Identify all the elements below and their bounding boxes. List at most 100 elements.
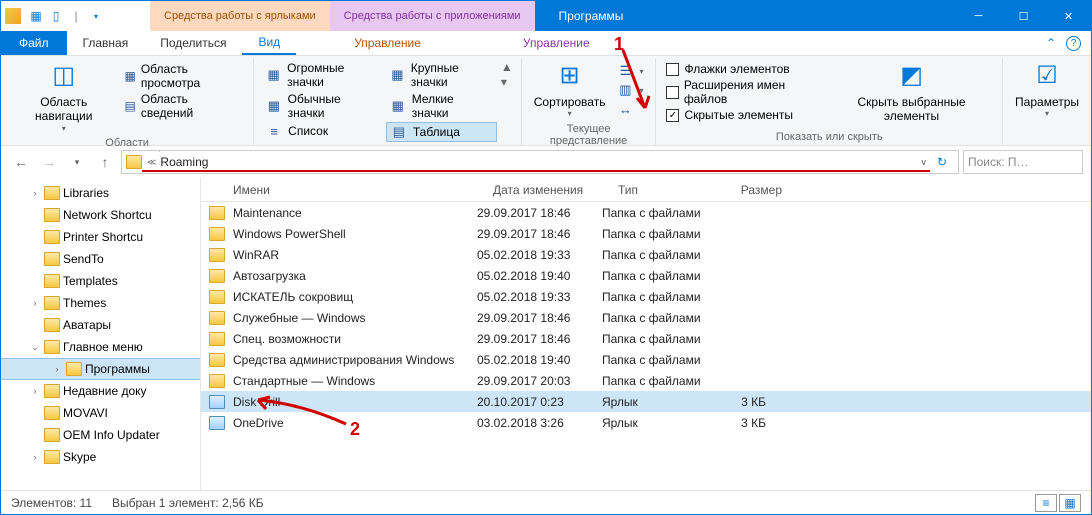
col-name[interactable]: Имени bbox=[225, 183, 485, 197]
qat-properties-icon[interactable]: ▦ bbox=[28, 9, 44, 23]
view-thumbnails-button[interactable]: ▦ bbox=[1059, 494, 1081, 512]
chevron-right-icon[interactable]: › bbox=[157, 150, 162, 154]
qat-dropdown-icon[interactable]: ▾ bbox=[88, 12, 104, 21]
view-details-button[interactable]: ≡ bbox=[1035, 494, 1057, 512]
nav-pane-button[interactable]: ◫ Область навигации ▾ bbox=[7, 58, 121, 135]
folder-icon bbox=[209, 248, 225, 262]
preview-pane-toggle[interactable]: ▦Область просмотра bbox=[125, 62, 244, 90]
tab-file[interactable]: Файл bbox=[1, 31, 67, 55]
expand-icon[interactable]: › bbox=[29, 298, 41, 308]
file-row[interactable]: OneDrive03.02.2018 3:26Ярлык3 КБ bbox=[201, 412, 1091, 433]
chevron-icon[interactable]: ≪ bbox=[146, 157, 157, 168]
tree-item[interactable]: ›Themes bbox=[1, 292, 200, 314]
nav-forward-button[interactable]: → bbox=[37, 150, 61, 174]
tab-view[interactable]: Вид bbox=[242, 31, 296, 55]
minimize-button[interactable]: ─ bbox=[956, 1, 1001, 31]
hide-selected-button[interactable]: ◩ Скрыть выбранные элементы bbox=[827, 58, 996, 126]
column-headers[interactable]: Имени Дата изменения Тип Размер bbox=[201, 178, 1091, 202]
options-button[interactable]: ☑ Параметры ▾ bbox=[1009, 58, 1085, 121]
file-row[interactable]: Спец. возможности29.09.2017 18:46Папка с… bbox=[201, 328, 1091, 349]
tree-label: Network Shortcu bbox=[63, 208, 152, 222]
close-button[interactable]: ✕ bbox=[1046, 1, 1091, 31]
breadcrumb-bar[interactable]: ≪ Локальный диск (C:)›Пользователи›MERS›… bbox=[121, 150, 959, 174]
file-row[interactable]: Стандартные — Windows29.09.2017 20:03Пап… bbox=[201, 370, 1091, 391]
tab-share[interactable]: Поделиться bbox=[144, 31, 242, 55]
refresh-button[interactable]: ↻ bbox=[930, 155, 954, 169]
expand-icon[interactable]: › bbox=[29, 188, 41, 198]
details-pane-toggle[interactable]: ▤Область сведений bbox=[125, 92, 244, 120]
expand-icon[interactable]: › bbox=[29, 386, 41, 396]
tree-item[interactable]: Network Shortcu bbox=[1, 204, 200, 226]
chk-item-checkboxes[interactable]: Флажки элементов bbox=[666, 62, 823, 76]
file-row[interactable]: ИСКАТЕЛЬ сокровищ05.02.2018 19:33Папка с… bbox=[201, 286, 1091, 307]
expand-icon[interactable]: › bbox=[29, 452, 41, 462]
expand-icon[interactable]: › bbox=[51, 364, 63, 374]
col-size[interactable]: Размер bbox=[730, 183, 790, 197]
tab-manage-shortcuts[interactable]: Управление bbox=[338, 31, 437, 55]
ribbon-collapse-icon[interactable]: ⌃ bbox=[1042, 36, 1060, 50]
tree-item[interactable]: ›Skype bbox=[1, 446, 200, 468]
sizecolumns-button[interactable]: ↔ bbox=[613, 100, 647, 118]
folder-icon bbox=[44, 230, 60, 244]
col-type[interactable]: Тип bbox=[610, 183, 730, 197]
chk-hidden-items[interactable]: ✓Скрытые элементы bbox=[666, 108, 823, 122]
layout-table[interactable]: ▤Таблица bbox=[386, 122, 497, 142]
checkbox-icon bbox=[666, 63, 679, 76]
file-row[interactable]: Автозагрузка05.02.2018 19:40Папка с файл… bbox=[201, 265, 1091, 286]
file-row[interactable]: Служебные — Windows29.09.2017 18:46Папка… bbox=[201, 307, 1091, 328]
group-label-show: Показать или скрыть bbox=[662, 129, 996, 145]
cell-name: WinRAR bbox=[225, 248, 469, 262]
cell-date: 29.09.2017 18:46 bbox=[469, 332, 594, 346]
addcolumns-button[interactable]: ▥▾ bbox=[613, 81, 647, 99]
chevron-right-icon[interactable]: › bbox=[157, 172, 162, 174]
tree-item[interactable]: Аватары bbox=[1, 314, 200, 336]
context-tab-shortcuts[interactable]: Средства работы с ярлыками bbox=[150, 1, 330, 31]
groupby-button[interactable]: ☰▾ bbox=[613, 62, 647, 80]
folder-icon bbox=[44, 428, 60, 442]
tab-home[interactable]: Главная bbox=[67, 31, 145, 55]
file-row[interactable]: Windows PowerShell29.09.2017 18:46Папка … bbox=[201, 223, 1091, 244]
layout-list[interactable]: ≡Список bbox=[262, 122, 382, 140]
tree-item[interactable]: MOVAVI bbox=[1, 402, 200, 424]
sort-button[interactable]: ⊞ Сортировать ▾ bbox=[528, 58, 612, 121]
tree-item[interactable]: ›Libraries bbox=[1, 182, 200, 204]
tree-item[interactable]: ›Недавние доку bbox=[1, 380, 200, 402]
maximize-button[interactable]: ☐ bbox=[1001, 1, 1046, 31]
search-input[interactable]: Поиск: П… bbox=[963, 150, 1083, 174]
help-icon[interactable]: ? bbox=[1066, 36, 1081, 51]
layout-more-icon[interactable]: ▾ bbox=[501, 75, 513, 89]
expand-icon[interactable]: ⌄ bbox=[29, 342, 41, 353]
layout-xl-icons[interactable]: ▦Огромные значки bbox=[262, 60, 382, 90]
file-row[interactable]: Средства администрирования Windows05.02.… bbox=[201, 349, 1091, 370]
col-date[interactable]: Дата изменения bbox=[485, 183, 610, 197]
crumb[interactable]: Roaming bbox=[157, 155, 277, 169]
folder-icon bbox=[44, 274, 60, 288]
nav-up-button[interactable]: ↑ bbox=[93, 150, 117, 174]
address-dropdown-icon[interactable]: v bbox=[918, 157, 931, 167]
cell-date: 05.02.2018 19:40 bbox=[469, 353, 594, 367]
nav-tree[interactable]: ›Libraries Network Shortcu Printer Shortcu… bbox=[1, 178, 201, 490]
layout-s-icons[interactable]: ▦Мелкие значки bbox=[386, 91, 497, 121]
file-row[interactable]: WinRAR05.02.2018 19:33Папка с файлами bbox=[201, 244, 1091, 265]
tree-item[interactable]: ⌄Главное меню bbox=[1, 336, 200, 358]
nav-history-button[interactable]: ▾ bbox=[65, 150, 89, 174]
tree-item[interactable]: OEM Info Updater bbox=[1, 424, 200, 446]
file-row[interactable]: Maintenance29.09.2017 18:46Папка с файла… bbox=[201, 202, 1091, 223]
tree-item[interactable]: Templates bbox=[1, 270, 200, 292]
cell-name: Windows PowerShell bbox=[225, 227, 469, 241]
tree-item[interactable]: SendTo bbox=[1, 248, 200, 270]
tree-item[interactable]: Printer Shortcu bbox=[1, 226, 200, 248]
qat-newfolder-icon[interactable]: ▯ bbox=[48, 9, 64, 23]
layout-m-icons[interactable]: ▦Обычные значки bbox=[262, 91, 382, 121]
layout-l-icons[interactable]: ▦Крупные значки bbox=[386, 60, 497, 90]
address-bar: ← → ▾ ↑ ≪ Локальный диск (C:)›Пользовате… bbox=[1, 146, 1091, 178]
tab-manage-apps[interactable]: Управление bbox=[507, 31, 606, 55]
ribbon-help: ⌃ ? bbox=[1036, 31, 1091, 55]
list-body[interactable]: Maintenance29.09.2017 18:46Папка с файла… bbox=[201, 202, 1091, 490]
file-row[interactable]: Disk Drill20.10.2017 0:23Ярлык3 КБ bbox=[201, 391, 1091, 412]
nav-back-button[interactable]: ← bbox=[9, 150, 33, 174]
context-tab-apps[interactable]: Средства работы с приложениями bbox=[330, 1, 535, 31]
checkbox-icon bbox=[666, 86, 678, 99]
chk-file-extensions[interactable]: Расширения имен файлов bbox=[666, 78, 823, 106]
tree-item[interactable]: ›Программы bbox=[1, 358, 200, 380]
